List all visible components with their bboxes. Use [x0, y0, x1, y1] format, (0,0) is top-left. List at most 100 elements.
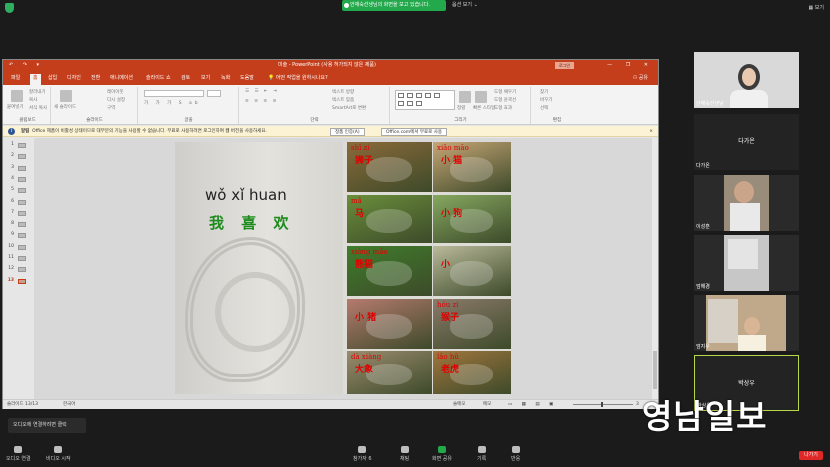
font-size-box[interactable]	[207, 90, 221, 97]
reset-button[interactable]: 다시 설정	[107, 97, 125, 103]
align-buttons[interactable]: ≡ ≡ ≡ ≡	[245, 99, 278, 104]
font-name-box[interactable]	[144, 90, 204, 97]
slide-thumbnail[interactable]: 12	[6, 266, 30, 274]
paste-icon[interactable]	[11, 90, 23, 102]
align-text-button[interactable]: 텍스트 맞춤	[332, 97, 354, 103]
quick-access-toolbar[interactable]: ↶ ↷ ▾	[9, 60, 43, 71]
leesunghoon-face-shape	[734, 181, 754, 203]
zoom-level[interactable]: 3	[636, 400, 639, 410]
window-controls[interactable]: — ❐ ✕	[607, 60, 654, 71]
tab-record[interactable]: 녹화	[221, 74, 230, 82]
ribbon: 붙여넣기 잘라내기 복사 서식 복사 클립보드 새 슬라이드 레이아웃 다시 설…	[3, 85, 658, 125]
video-tile-leesunghoon[interactable]: 이성훈	[694, 175, 799, 231]
reactions-button[interactable]: 반응	[511, 446, 520, 462]
tab-slideshow[interactable]: 슬라이드 쇼	[146, 74, 171, 82]
replace-button[interactable]: 바꾸기	[540, 97, 552, 103]
format-painter-button[interactable]: 서식 복사	[29, 105, 47, 111]
section-button[interactable]: 구역	[107, 105, 115, 111]
find-button[interactable]: 찾기	[540, 89, 548, 95]
slide-thumbnail[interactable]: 8	[6, 221, 30, 229]
participants-button[interactable]: 참가자 6	[353, 446, 372, 462]
animal-hanzi: 大象	[355, 365, 374, 375]
activate-button[interactable]: 정품 인증(A)	[330, 127, 365, 136]
tell-me-search[interactable]: 💡 어떤 작업을 원하시나요?	[268, 74, 328, 82]
slide-thumbnail[interactable]: 7	[6, 210, 30, 218]
slide-number: 5	[11, 187, 14, 193]
layout-button[interactable]: 레이아웃	[107, 89, 124, 95]
chat-icon	[400, 446, 409, 453]
tab-review[interactable]: 검토	[181, 74, 190, 82]
vertical-scrollbar[interactable]	[652, 138, 658, 399]
close-notification-icon[interactable]: ×	[649, 126, 653, 137]
arrange-button[interactable]: 정렬	[457, 105, 465, 111]
animal-picture-card: mǎ 马	[347, 195, 432, 243]
slide-thumbnail[interactable]: 13	[6, 278, 30, 286]
notes-button[interactable]: 슬메모	[453, 400, 465, 410]
video-tile-dagaon[interactable]: 다가온 다가온	[694, 114, 799, 170]
slide-number: 6	[11, 198, 14, 204]
font-format-buttons[interactable]: 가 가 가 S ab	[144, 100, 201, 106]
screen-share-banner[interactable]: 안재숙선생님의 화면을 보고 있습니다.	[342, 0, 446, 11]
list-buttons[interactable]: ☰ ☰ ⇤ ⇥	[245, 89, 279, 94]
new-slide-button[interactable]: 새 슬라이드	[54, 104, 76, 110]
slide-thumbnail[interactable]: 11	[6, 255, 30, 263]
leave-meeting-button[interactable]: 나가기	[799, 451, 823, 460]
copy-button[interactable]: 복사	[29, 97, 37, 103]
text-direction-button[interactable]: 텍스트 방향	[332, 89, 354, 95]
record-button[interactable]: 기록	[477, 446, 486, 462]
view-mode-buttons[interactable]: ▭ ▦ ▤ ▣	[508, 400, 557, 410]
tab-file[interactable]: 파일	[11, 74, 20, 82]
share-screen-button[interactable]: 화면 공유	[432, 446, 452, 462]
dragon-pattern-decoration-inner	[215, 272, 295, 352]
login-button[interactable]: 로그인	[555, 62, 575, 69]
language-indicator[interactable]: 한국어	[63, 400, 75, 410]
slide-thumbnail[interactable]: 3	[6, 165, 30, 173]
current-slide[interactable]: wǒ xǐ huan 我 喜 欢 shī zi 狮子 xiǎo māo 小 猫 mǎ 马小…	[175, 142, 511, 394]
new-slide-icon[interactable]	[60, 90, 72, 102]
tab-home[interactable]: 홈	[30, 74, 41, 85]
animal-hanzi: 狮子	[355, 156, 374, 166]
tab-help[interactable]: 도움말	[240, 74, 254, 82]
use-web-button[interactable]: Office.com에서 무료로 사용	[381, 127, 448, 136]
slide-thumbnail[interactable]: 9	[6, 232, 30, 240]
start-video-button[interactable]: 비디오 시작	[46, 446, 71, 462]
video-tile-host[interactable]: 안재숙선생님	[694, 52, 799, 108]
zoom-slider[interactable]	[573, 402, 633, 407]
video-tile-eomhaegyeong[interactable]: 엄해경	[694, 235, 799, 291]
slide-thumbnail[interactable]: 2	[6, 153, 30, 161]
join-audio-button[interactable]: 오디오 연결	[6, 446, 31, 462]
quick-styles-button[interactable]: 빠른 스타일	[473, 105, 495, 111]
slide-thumbnail[interactable]: 6	[6, 199, 30, 207]
chat-button[interactable]: 채팅	[400, 446, 409, 462]
animal-hanzi: 马	[355, 209, 365, 219]
tab-insert[interactable]: 삽입	[48, 74, 57, 82]
slide-thumbnail[interactable]: 4	[6, 176, 30, 184]
shape-outline-button[interactable]: 도형 윤곽선	[494, 97, 516, 103]
tab-design[interactable]: 디자인	[67, 74, 81, 82]
powerpoint-window: ↶ ↷ ▾ 미술 - PowerPoint (사용 허가되지 않은 제품) 로그…	[2, 59, 659, 409]
arrange-icon[interactable]	[459, 91, 471, 103]
shape-fill-button[interactable]: 도형 채우기	[494, 89, 516, 95]
select-button[interactable]: 선택	[540, 105, 548, 111]
cut-button[interactable]: 잘라내기	[29, 89, 46, 95]
slide-number: 2	[11, 153, 14, 159]
gallery-view-button[interactable]: ▦ 보기	[808, 4, 824, 11]
shape-effects-button[interactable]: 도형 효과	[494, 105, 512, 111]
shapes-gallery[interactable]	[395, 90, 455, 110]
comments-button[interactable]: 메모	[483, 400, 491, 410]
tab-transitions[interactable]: 전환	[91, 74, 100, 82]
slide-thumbnail[interactable]: 5	[6, 187, 30, 195]
slide-thumbnail[interactable]: 1	[6, 142, 30, 150]
smartart-button[interactable]: SmartArt로 변환	[332, 105, 366, 111]
security-shield-icon[interactable]	[5, 3, 14, 13]
tab-animations[interactable]: 애니메이션	[110, 74, 133, 82]
slide-thumbnail[interactable]: 10	[6, 244, 30, 252]
video-tile-eomjiwoo[interactable]: 엄지우	[694, 295, 799, 351]
view-options-button[interactable]: 옵션 보기 ⌄	[452, 0, 478, 10]
zoom-slider-thumb[interactable]	[601, 402, 603, 407]
quick-styles-icon[interactable]	[475, 91, 487, 103]
paste-button[interactable]: 붙여넣기	[7, 104, 24, 110]
scrollbar-thumb[interactable]	[653, 351, 657, 389]
tab-view[interactable]: 보기	[201, 74, 210, 82]
share-button[interactable]: ⚇ 공유	[633, 74, 648, 81]
